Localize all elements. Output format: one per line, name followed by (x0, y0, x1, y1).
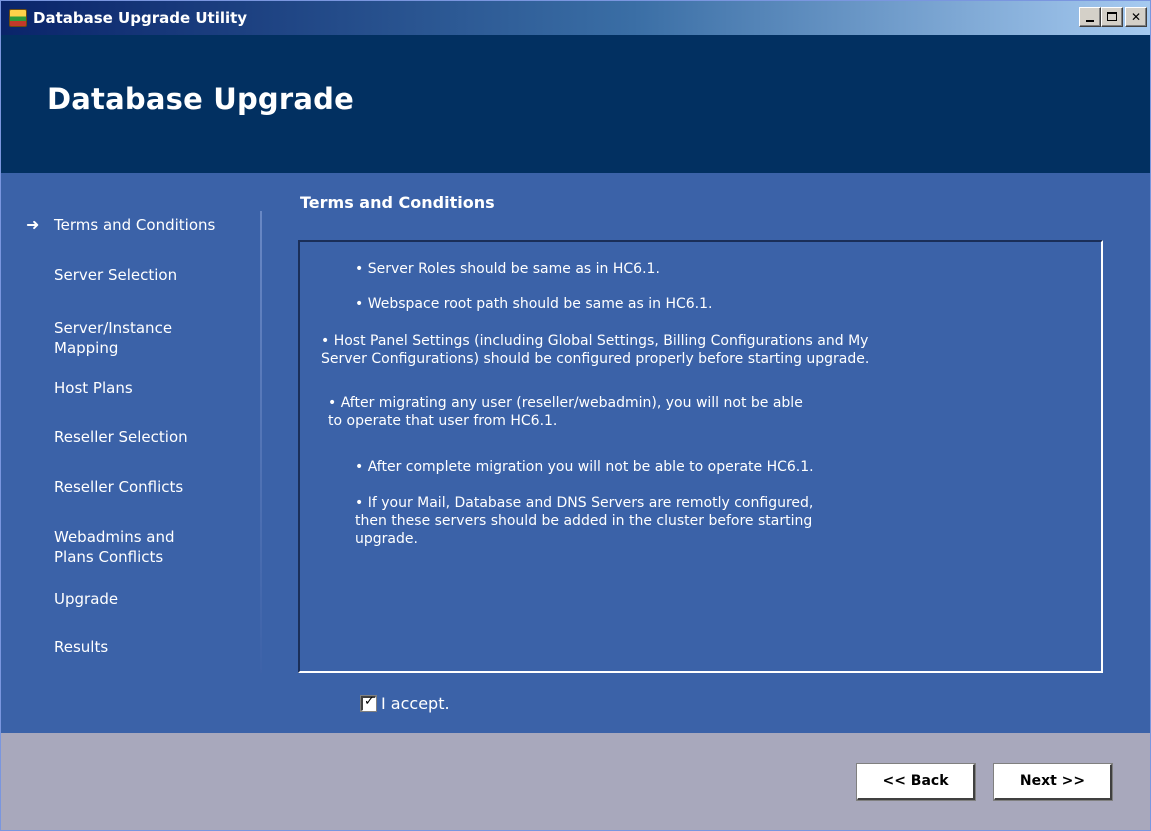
sidebar-item-terms-and-conditions[interactable]: Terms and Conditions (54, 215, 254, 235)
maximize-button[interactable] (1101, 7, 1123, 27)
app-window: Database Upgrade Utility ✕ Database Upgr… (0, 0, 1151, 831)
app-icon (9, 9, 27, 27)
wizard-steps-sidebar: ➜ Terms and Conditions Server Selection … (1, 173, 263, 673)
maximize-icon (1107, 12, 1117, 21)
term-item: • Webspace root path should be same as i… (355, 296, 713, 312)
back-button[interactable]: << Back (856, 763, 976, 801)
term-item: • After migrating any user (reseller/web… (328, 395, 803, 429)
sidebar-item-host-plans[interactable]: Host Plans (54, 378, 254, 398)
section-title: Terms and Conditions (300, 193, 495, 212)
term-item: • Host Panel Settings (including Global … (321, 333, 870, 367)
close-icon: ✕ (1130, 10, 1142, 24)
window-title: Database Upgrade Utility (33, 9, 248, 27)
next-button[interactable]: Next >> (993, 763, 1113, 801)
current-step-arrow-icon: ➜ (26, 215, 40, 234)
sidebar-item-server-instance-mapping[interactable]: Server/Instance Mapping (54, 318, 254, 358)
sidebar-item-webadmins-and-plans-conflicts[interactable]: Webadmins and Plans Conflicts (54, 527, 254, 567)
sidebar-item-server-selection[interactable]: Server Selection (54, 265, 254, 285)
term-item: • If your Mail, Database and DNS Servers… (355, 495, 814, 547)
sidebar-item-reseller-selection[interactable]: Reseller Selection (54, 427, 254, 447)
term-item: • After complete migration you will not … (355, 459, 814, 475)
close-button[interactable]: ✕ (1125, 7, 1147, 27)
page-title: Database Upgrade (47, 82, 354, 116)
sidebar-divider (260, 211, 262, 673)
title-bar[interactable]: Database Upgrade Utility ✕ (1, 1, 1150, 35)
sidebar-item-reseller-conflicts[interactable]: Reseller Conflicts (54, 477, 254, 497)
footer-bar: << Back Next >> (1, 733, 1150, 830)
term-item: • Server Roles should be same as in HC6.… (355, 261, 660, 277)
sidebar-item-upgrade[interactable]: Upgrade (54, 589, 254, 609)
minimize-icon (1086, 20, 1094, 22)
main-panel: ➜ Terms and Conditions Server Selection … (1, 173, 1150, 733)
header-banner: Database Upgrade (1, 35, 1150, 173)
sidebar-item-results[interactable]: Results (54, 637, 254, 657)
minimize-button[interactable] (1079, 7, 1101, 27)
accept-label[interactable]: I accept. (381, 695, 450, 713)
checkmark-icon: ✓ (364, 694, 375, 709)
accept-checkbox[interactable]: ✓ (360, 694, 377, 712)
